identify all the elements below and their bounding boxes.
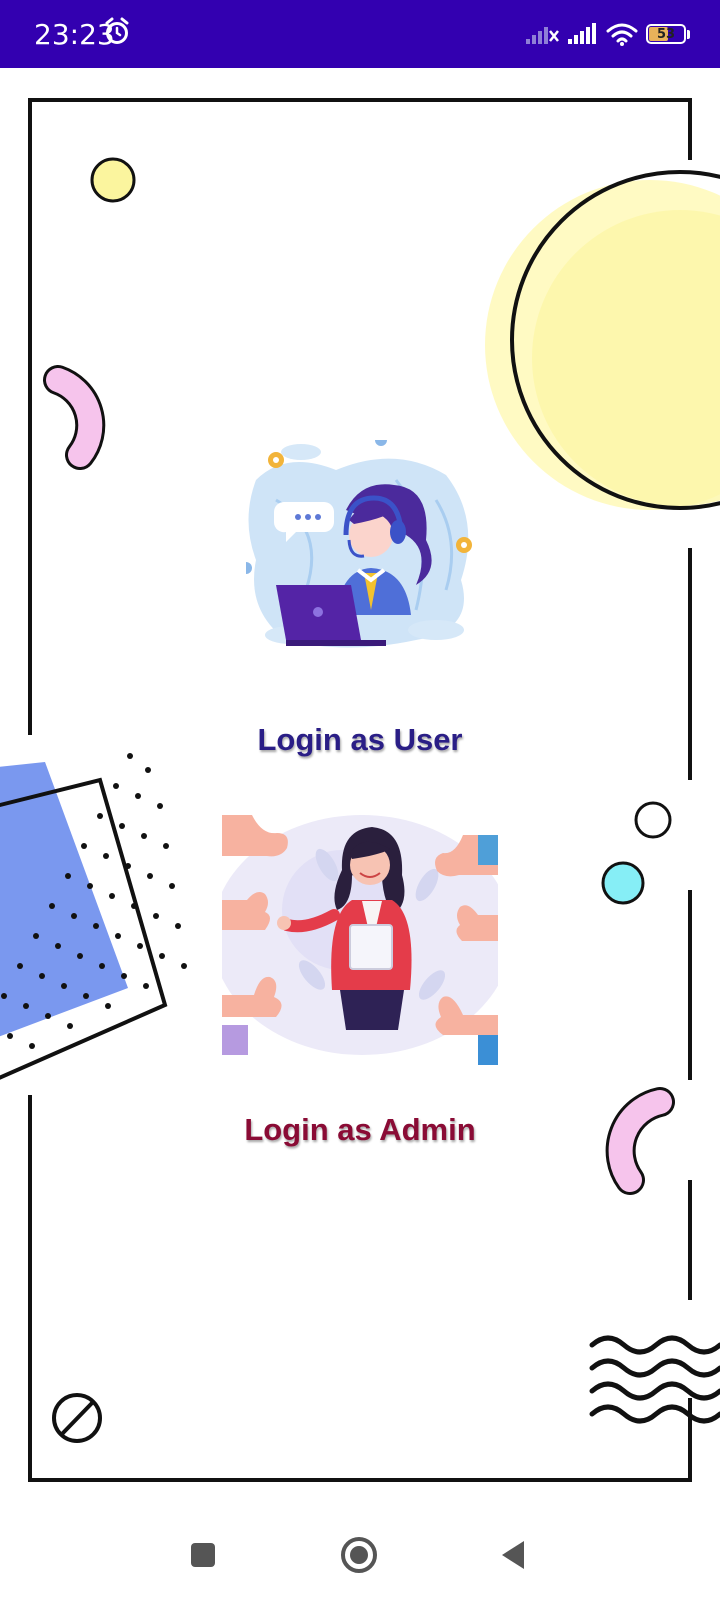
decorative-background [0, 98, 720, 1482]
back-icon[interactable] [488, 1530, 538, 1580]
battery-icon: 53 [646, 24, 690, 44]
user-illustration[interactable] [246, 440, 486, 655]
status-time: 23:23 [34, 18, 115, 51]
recents-icon[interactable] [178, 1530, 228, 1580]
login-as-user-button[interactable]: Login as User [0, 722, 720, 758]
wifi-icon [606, 23, 638, 46]
alarm-icon [105, 17, 129, 44]
signal-icon [568, 23, 596, 44]
signal-icon [526, 27, 559, 44]
status-bar: 23:23 53 [0, 0, 720, 68]
home-icon[interactable] [334, 1530, 384, 1580]
navigation-bar [0, 1508, 720, 1600]
waves-pattern [589, 1335, 720, 1424]
login-as-admin-button[interactable]: Login as Admin [0, 1112, 720, 1148]
admin-illustration[interactable] [222, 815, 498, 1071]
battery-percent: 53 [656, 26, 676, 42]
